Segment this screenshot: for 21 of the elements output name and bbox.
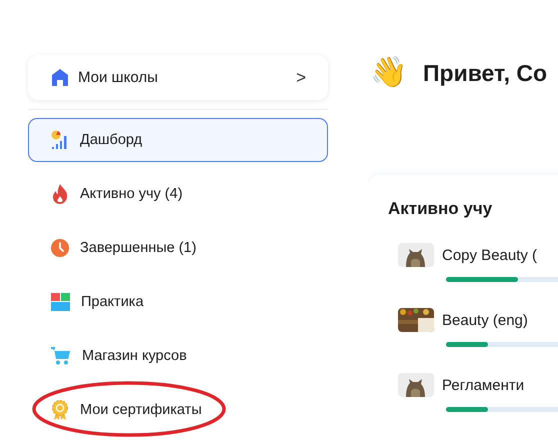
course-title[interactable]: Регламенти — [442, 376, 524, 394]
school-switcher[interactable]: Мои школы > — [28, 55, 328, 100]
sidebar-item[interactable]: Магазин курсов — [28, 334, 328, 378]
course-title[interactable]: Beauty (eng) — [442, 312, 528, 328]
waving-hand-icon: 👋 — [370, 55, 407, 91]
medal-icon — [51, 400, 69, 420]
fire-icon — [51, 184, 69, 204]
course-title[interactable]: Copy Beauty ( — [442, 246, 538, 264]
cart-icon — [51, 347, 71, 365]
chevron-icon: > — [296, 68, 306, 88]
tiles-icon — [51, 293, 70, 311]
greeting-heading: Привет, Со — [423, 60, 548, 86]
sidebar-item[interactable]: Завершенные (1) — [28, 226, 328, 270]
sidebar-item[interactable]: Активно учу (4) — [28, 172, 328, 216]
chart-icon — [51, 130, 69, 150]
sidebar-item[interactable]: Мои сертификаты — [28, 388, 328, 432]
card-title: Активно учу — [388, 199, 494, 219]
sidebar-item[interactable]: Практика — [28, 280, 328, 324]
clock-icon — [51, 239, 69, 257]
home-icon — [52, 69, 68, 86]
sidebar-item[interactable]: Дашборд — [28, 118, 328, 162]
